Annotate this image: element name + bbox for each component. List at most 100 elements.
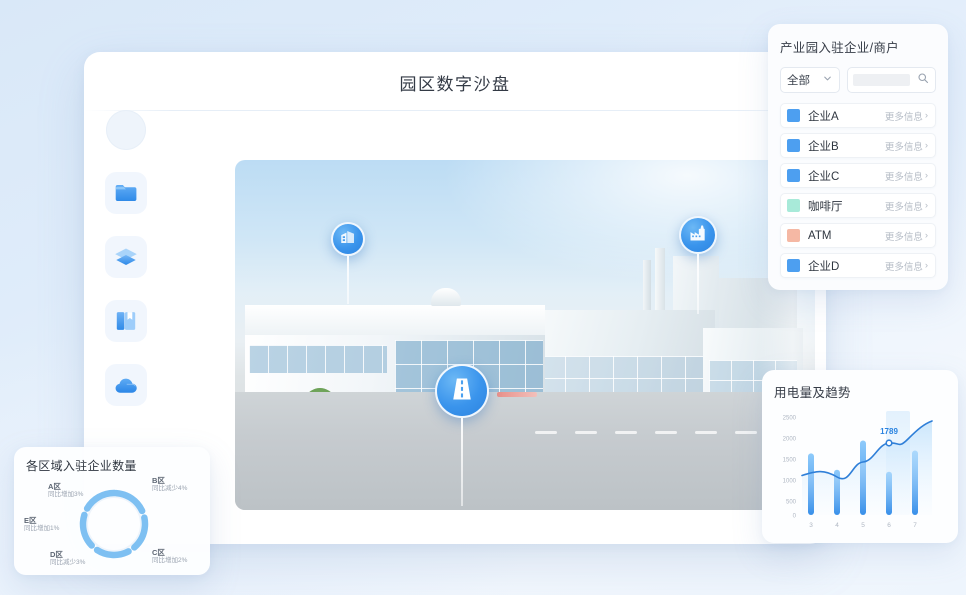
donut-segment-A <box>79 489 149 559</box>
enterprise-filter-row: 全部 <box>780 67 936 93</box>
svg-text:500: 500 <box>786 500 797 506</box>
svg-text:1500: 1500 <box>783 458 797 464</box>
list-item[interactable]: 企业D 更多信息 › <box>780 253 936 278</box>
road-dash <box>735 431 757 434</box>
more-info-link[interactable]: 更多信息 › <box>885 139 928 153</box>
list-item-label: ATM <box>808 229 832 242</box>
list-item-label: 企业C <box>808 170 840 183</box>
enterprise-list: 企业A 更多信息 › 企业B 更多信息 › 企业C 更多信息 › 咖啡厅 更多信… <box>780 103 936 278</box>
road-pin[interactable] <box>435 364 489 418</box>
search-input-value <box>853 74 910 86</box>
trend-point-value: 1789 <box>880 427 898 436</box>
power-chart[interactable]: 2500 2000 1500 1000 500 0 1789 3 4 5 6 7 <box>774 407 948 533</box>
svg-text:2000: 2000 <box>783 437 797 443</box>
sidebar-item-bookmark[interactable] <box>105 300 147 342</box>
chevron-right-icon: › <box>924 230 928 241</box>
trend-point-highlight[interactable] <box>885 439 893 447</box>
more-info-label: 更多信息 <box>884 201 923 213</box>
chevron-right-icon: › <box>924 170 928 181</box>
color-swatch <box>787 139 800 152</box>
marker-stem <box>697 254 699 314</box>
svg-text:3: 3 <box>809 522 813 529</box>
category-select[interactable]: 全部 <box>780 67 840 93</box>
donut-label-A: A区 同比增加3% <box>48 482 83 500</box>
list-item[interactable]: ATM 更多信息 › <box>780 223 936 248</box>
sidebar-item-layers[interactable] <box>105 236 147 278</box>
svg-text:0: 0 <box>793 514 797 520</box>
search-input[interactable] <box>847 67 936 93</box>
enterprise-panel-title: 产业园入驻企业/商户 <box>780 41 899 55</box>
more-info-label: 更多信息 <box>884 171 923 183</box>
more-info-link[interactable]: 更多信息 › <box>885 199 928 213</box>
sidebar-item-cloud[interactable] <box>105 364 147 406</box>
svg-text:7: 7 <box>913 522 917 529</box>
color-swatch <box>787 169 800 182</box>
areas-chart-panel: 各区域入驻企业数量 A区 同比增加3% B区 同比减少4% C区 同比增加2% … <box>14 447 210 575</box>
donut-label-C: C区 同比增加2% <box>152 548 187 566</box>
areas-donut-chart[interactable]: A区 同比增加3% B区 同比减少4% C区 同比增加2% D区 同比减少3% … <box>24 476 200 572</box>
power-chart-panel: 用电量及趋势 2500 2000 1500 1000 500 0 1789 3 … <box>762 370 958 543</box>
more-info-link[interactable]: 更多信息 › <box>885 259 928 273</box>
donut-label-C-change: 同比增加2% <box>152 557 188 565</box>
color-swatch <box>787 199 800 212</box>
more-info-link[interactable]: 更多信息 › <box>885 229 928 243</box>
list-item-label: 企业A <box>808 110 839 123</box>
map-marker-office[interactable] <box>331 222 365 304</box>
category-select-value: 全部 <box>787 75 810 87</box>
road-dash <box>575 431 597 434</box>
road-surface <box>235 392 815 510</box>
sidebar-item-avatar[interactable] <box>106 110 146 150</box>
map-marker-factory[interactable] <box>679 216 717 314</box>
donut-label-B-area: B区 <box>152 476 165 485</box>
color-swatch <box>787 259 800 272</box>
road-barrier <box>497 392 537 397</box>
color-swatch <box>787 109 800 122</box>
enterprise-panel: 产业园入驻企业/商户 全部 企业A 更多信息 › 企业B 更多信息 › 企业C … <box>768 24 948 290</box>
road-icon <box>448 375 476 408</box>
donut-label-E: E区 同比增加1% <box>24 516 59 534</box>
chevron-right-icon: › <box>924 140 928 151</box>
more-info-label: 更多信息 <box>884 141 923 153</box>
building-main-top-band <box>245 305 545 335</box>
more-info-label: 更多信息 <box>884 111 923 123</box>
list-item[interactable]: 企业C 更多信息 › <box>780 163 936 188</box>
more-info-link[interactable]: 更多信息 › <box>885 169 928 183</box>
chevron-down-icon <box>822 73 833 87</box>
cloud-icon <box>113 372 140 399</box>
donut-label-D: D区 同比减少3% <box>50 550 85 568</box>
list-item-label: 企业D <box>808 260 840 273</box>
donut-label-A-area: A区 <box>48 482 61 491</box>
list-item[interactable]: 企业B 更多信息 › <box>780 133 936 158</box>
donut-label-C-area: C区 <box>152 548 165 557</box>
svg-text:2500: 2500 <box>783 416 797 422</box>
areas-chart-title: 各区域入驻企业数量 <box>26 459 137 473</box>
list-item[interactable]: 企业A 更多信息 › <box>780 103 936 128</box>
chevron-right-icon: › <box>924 260 928 271</box>
chevron-right-icon: › <box>924 200 928 211</box>
svg-text:5: 5 <box>861 522 865 529</box>
more-info-link[interactable]: 更多信息 › <box>885 109 928 123</box>
sidebar-item-folder[interactable] <box>105 172 147 214</box>
more-info-label: 更多信息 <box>884 261 923 273</box>
factory-icon <box>688 223 708 248</box>
marker-stem <box>347 256 349 304</box>
list-item[interactable]: 咖啡厅 更多信息 › <box>780 193 936 218</box>
road-dash <box>695 431 717 434</box>
donut-label-E-area: E区 <box>24 516 37 525</box>
office-building-icon <box>339 228 357 251</box>
road-dash <box>615 431 637 434</box>
donut-label-D-area: D区 <box>50 550 63 559</box>
header-divider <box>84 110 826 111</box>
donut-label-B: B区 同比减少4% <box>152 476 187 494</box>
donut-label-D-change: 同比减少3% <box>50 559 86 567</box>
map-marker-road[interactable] <box>435 364 489 506</box>
factory-pin[interactable] <box>679 216 717 254</box>
digital-twin-scene[interactable] <box>235 160 815 510</box>
folder-icon <box>113 180 139 206</box>
x-axis-ticks: 3 4 5 6 7 <box>809 522 917 529</box>
marker-stem <box>461 418 463 506</box>
donut-label-E-change: 同比增加1% <box>24 525 60 533</box>
chevron-right-icon: › <box>924 110 928 121</box>
bookmark-icon <box>113 308 139 334</box>
office-pin[interactable] <box>331 222 365 256</box>
